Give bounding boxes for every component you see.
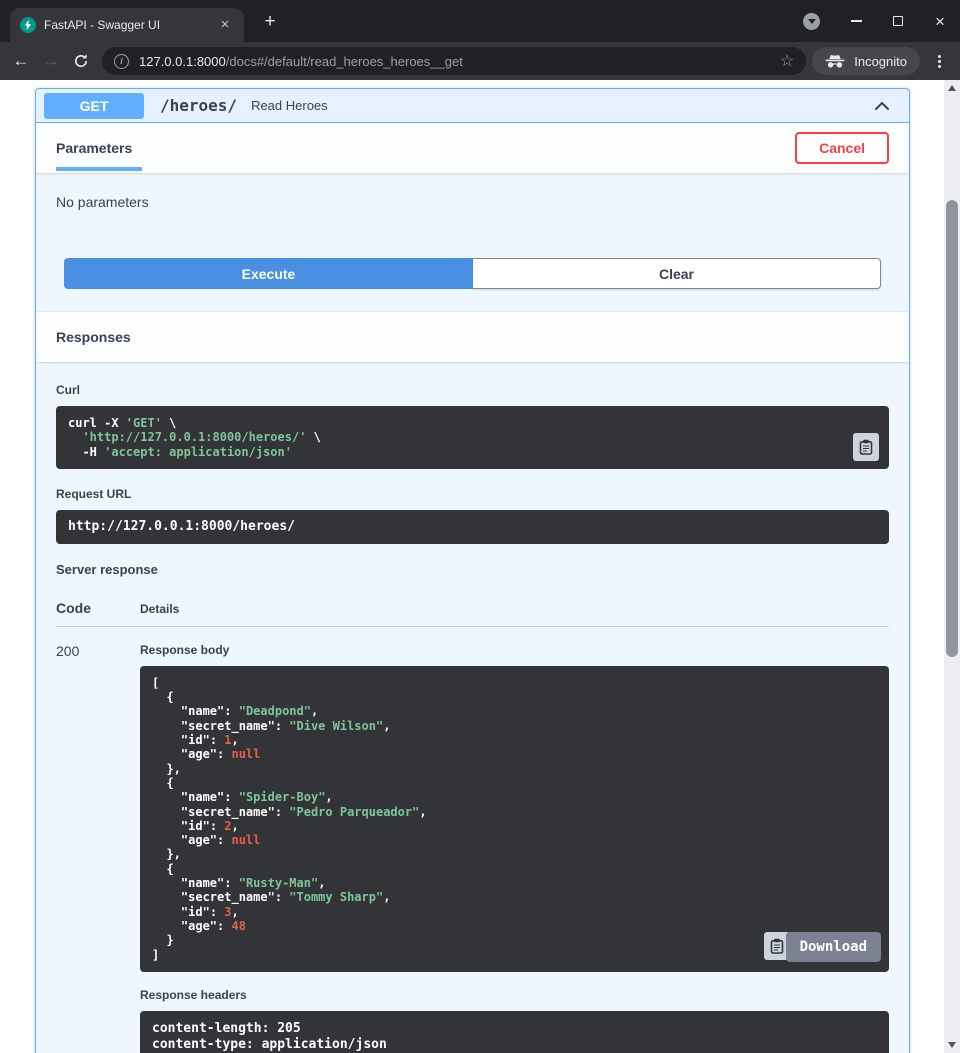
responses-body: Curl curl -X 'GET' \ 'http://127.0.0.1:8… xyxy=(36,363,909,1053)
browser-tab[interactable]: FastAPI - Swagger UI × xyxy=(10,8,244,42)
curl-label: Curl xyxy=(56,383,889,397)
active-tab-indicator xyxy=(56,167,142,171)
clear-button[interactable]: Clear xyxy=(473,258,881,289)
url-path: /docs#/default/read_heroes_heroes__get xyxy=(226,54,463,69)
response-row-200: 200 Response body [ { "name": "Deadpond"… xyxy=(56,627,889,1053)
forward-button[interactable]: → xyxy=(36,46,66,76)
parameters-tab[interactable]: Parameters xyxy=(56,140,132,156)
execute-button[interactable]: Execute xyxy=(64,258,473,289)
swagger-page: GET /heroes/ Read Heroes Parameters Canc… xyxy=(0,80,944,1053)
download-button[interactable]: Download xyxy=(786,932,881,962)
scroll-up-button[interactable] xyxy=(944,80,960,96)
request-url-label: Request URL xyxy=(56,487,889,501)
response-table-header: Code Details xyxy=(56,586,889,627)
curl-command-block: curl -X 'GET' \ 'http://127.0.0.1:8000/h… xyxy=(56,406,889,469)
window-controls: × xyxy=(803,0,954,42)
tab-close-icon[interactable]: × xyxy=(216,16,234,34)
incognito-icon xyxy=(825,55,845,68)
server-response-label: Server response xyxy=(56,562,889,577)
responses-title: Responses xyxy=(56,329,131,345)
fastapi-favicon-icon xyxy=(20,17,36,33)
kebab-menu-icon xyxy=(938,60,941,63)
minimize-icon xyxy=(851,20,862,22)
page-scrollbar[interactable] xyxy=(944,80,960,1053)
reload-button[interactable] xyxy=(66,46,96,76)
bookmark-star-icon[interactable]: ☆ xyxy=(780,51,794,71)
site-info-icon[interactable]: i xyxy=(114,54,129,69)
url-text[interactable]: 127.0.0.1:8000/docs#/default/read_heroes… xyxy=(139,54,780,69)
tab-title: FastAPI - Swagger UI xyxy=(44,18,216,32)
maximize-icon xyxy=(893,16,903,26)
execute-row: Execute Clear xyxy=(36,234,909,311)
browser-update-icon[interactable] xyxy=(803,13,820,30)
incognito-badge: Incognito xyxy=(812,47,920,75)
request-url-block: http://127.0.0.1:8000/heroes/ xyxy=(56,510,889,544)
maximize-button[interactable] xyxy=(884,7,912,35)
status-code: 200 xyxy=(56,643,140,1053)
cancel-button[interactable]: Cancel xyxy=(795,132,889,164)
parameters-section-header: Parameters Cancel xyxy=(36,123,909,174)
clipboard-icon xyxy=(770,938,784,954)
response-headers-block: content-length: 205content-type: applica… xyxy=(140,1011,889,1053)
response-body-label: Response body xyxy=(140,643,889,657)
scroll-up-icon xyxy=(948,85,956,91)
responses-section-header: Responses xyxy=(36,311,909,363)
browser-menu-button[interactable] xyxy=(924,46,954,76)
code-column-header: Code xyxy=(56,600,140,616)
window-close-button[interactable]: × xyxy=(926,7,954,35)
new-tab-button[interactable]: + xyxy=(258,10,282,34)
url-bar[interactable]: i 127.0.0.1:8000/docs#/default/read_hero… xyxy=(102,47,806,75)
response-headers-label: Response headers xyxy=(140,988,889,1002)
reload-icon xyxy=(73,53,89,69)
browser-titlebar: FastAPI - Swagger UI × + × xyxy=(0,0,960,42)
incognito-label: Incognito xyxy=(854,54,907,69)
copy-curl-button[interactable] xyxy=(853,433,879,461)
url-host: 127.0.0.1:8000 xyxy=(139,54,226,69)
details-column-header: Details xyxy=(140,600,889,616)
scrollbar-thumb[interactable] xyxy=(946,200,958,657)
opblock-summary[interactable]: GET /heroes/ Read Heroes xyxy=(36,89,909,123)
clipboard-icon xyxy=(859,439,873,455)
endpoint-path: /heroes/ xyxy=(160,96,237,115)
scroll-down-button[interactable] xyxy=(944,1037,960,1053)
endpoint-summary: Read Heroes xyxy=(251,98,871,113)
scroll-down-icon xyxy=(948,1042,956,1048)
back-button[interactable]: ← xyxy=(6,46,36,76)
no-parameters-message: No parameters xyxy=(36,174,909,234)
opblock-get-heroes: GET /heroes/ Read Heroes Parameters Canc… xyxy=(35,88,910,1053)
browser-navbar: ← → i 127.0.0.1:8000/docs#/default/read_… xyxy=(0,42,960,80)
collapse-chevron-icon[interactable] xyxy=(871,95,893,117)
minimize-button[interactable] xyxy=(842,7,870,35)
response-body-block: [ { "name": "Deadpond", "secret_name": "… xyxy=(140,666,889,972)
response-body-code: [ { "name": "Deadpond", "secret_name": "… xyxy=(152,676,877,962)
http-method-badge: GET xyxy=(44,93,144,119)
